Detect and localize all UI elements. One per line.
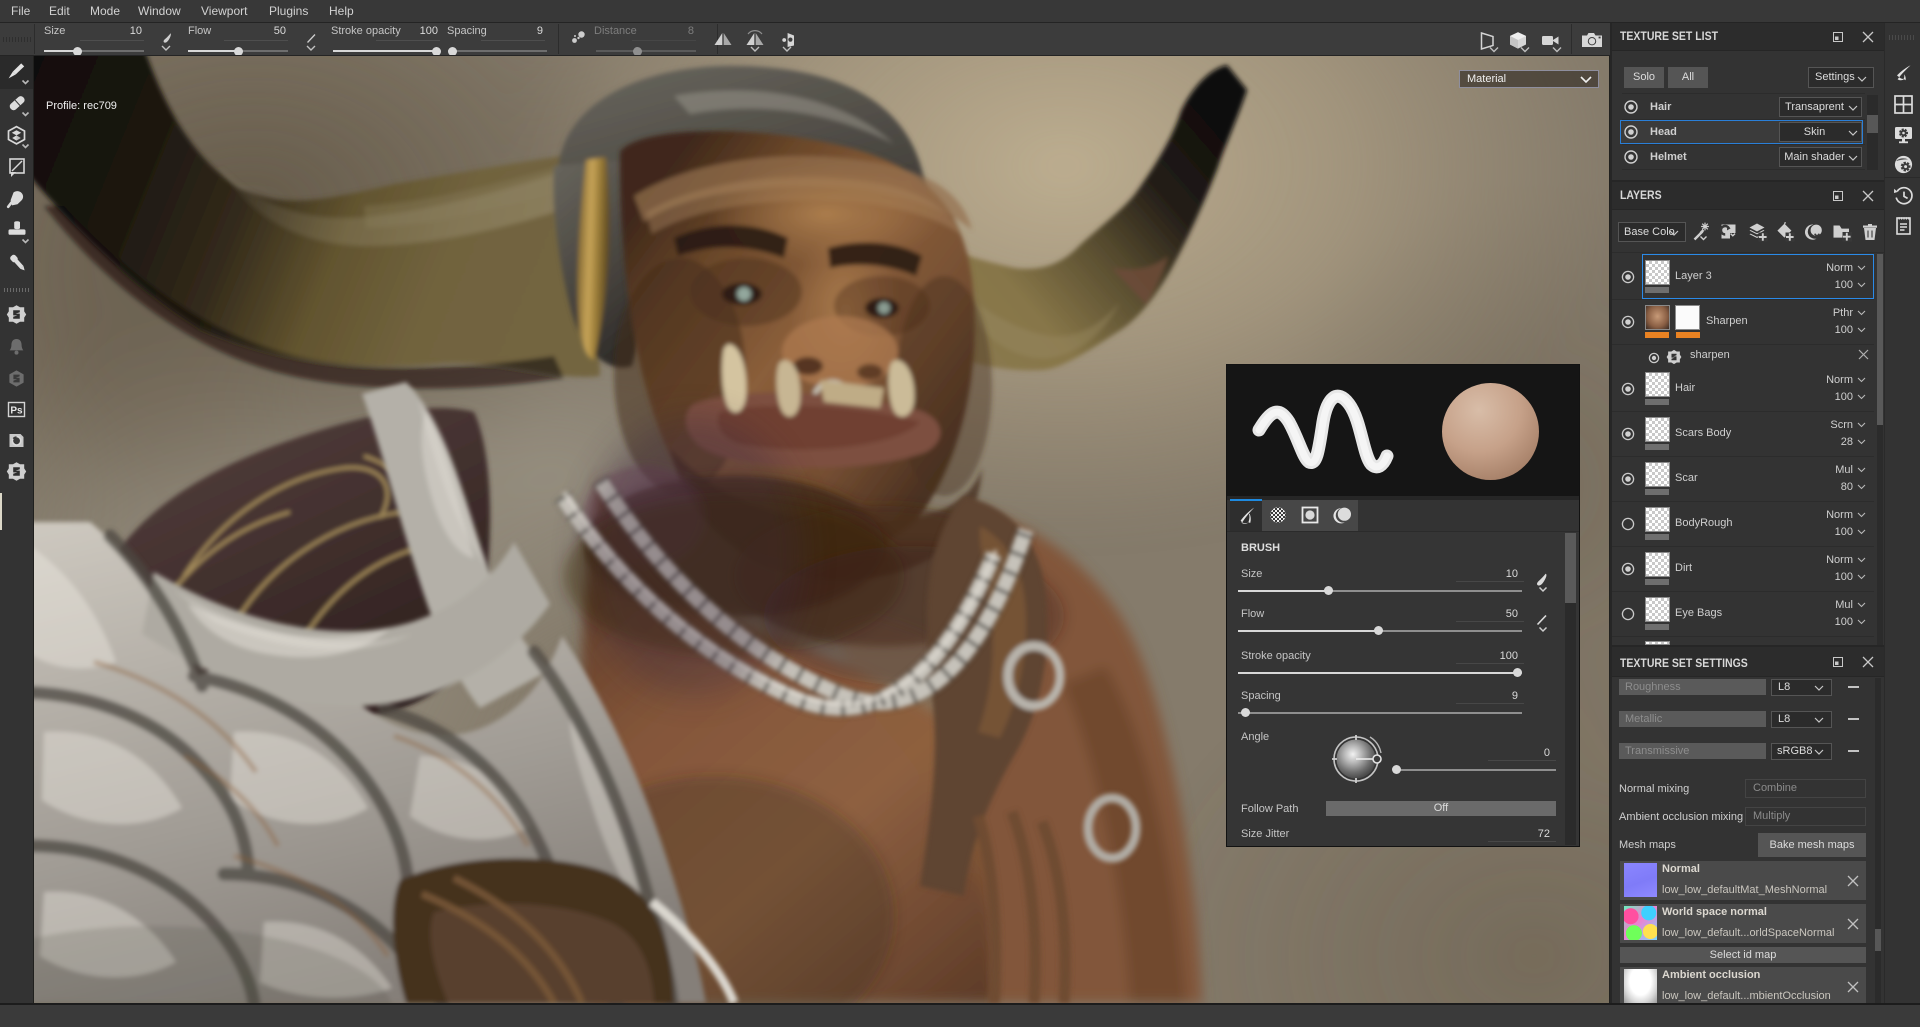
svg-text:Ps: Ps	[10, 406, 23, 417]
